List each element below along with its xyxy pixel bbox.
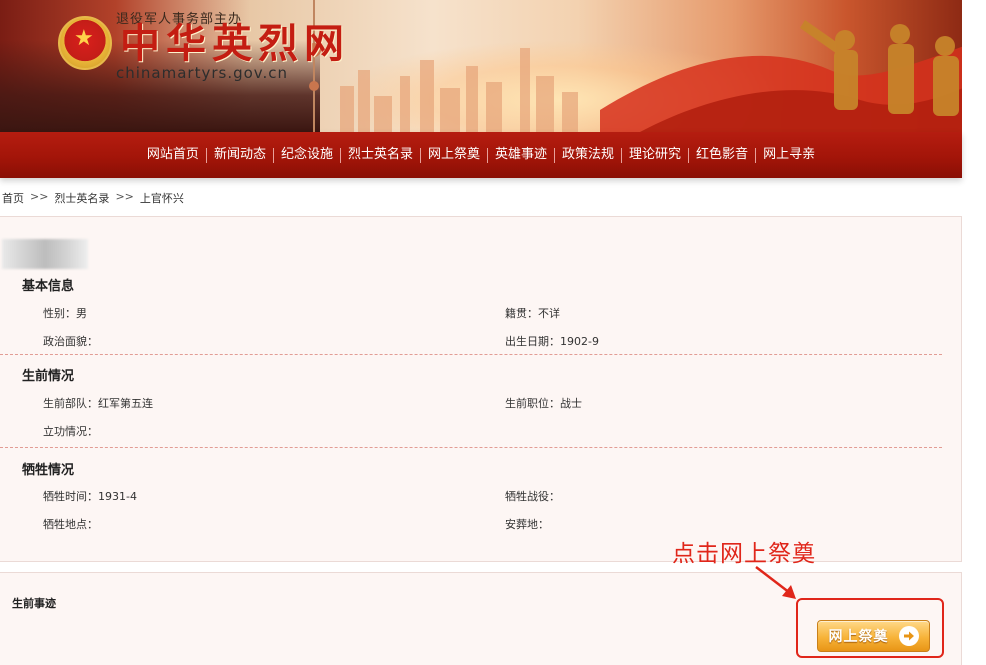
field-birth-date-value: 1902-9 — [560, 335, 599, 348]
section-divider — [0, 354, 942, 355]
field-sacrifice-time-label: 牺牲时间： — [43, 490, 98, 503]
breadcrumb-current: 上官怀兴 — [139, 192, 184, 205]
field-sacrifice-place: 牺牲地点： — [43, 516, 98, 532]
breadcrumb: 首页 >> 烈士英名录 >> 上官怀兴 — [2, 190, 184, 206]
field-unit-label: 生前部队： — [43, 397, 98, 410]
section-title-basic-info: 基本信息 — [22, 279, 75, 294]
field-merit-label: 立功情况： — [43, 425, 98, 438]
martyr-info-panel: 基本信息 性别：男 籍贯：不详 政治面貌： 出生日期：1902-9 生前情况 生… — [0, 216, 962, 562]
nav-item-red-media[interactable]: 红色影音 — [689, 146, 755, 164]
field-merit: 立功情况： — [43, 423, 98, 439]
nav-item-online-tribute[interactable]: 网上祭奠 — [421, 146, 487, 164]
site-domain: chinamartyrs.gov.cn — [116, 64, 289, 82]
field-native-place: 籍贯：不详 — [505, 305, 560, 321]
field-position: 生前职位：战士 — [505, 395, 582, 411]
nav-item-research[interactable]: 理论研究 — [622, 146, 688, 164]
banner-flag-statue-art — [600, 20, 962, 132]
field-burial-place-label: 安葬地： — [505, 518, 549, 531]
field-sacrifice-place-label: 牺牲地点： — [43, 518, 98, 531]
annotation-highlight-box — [796, 598, 944, 658]
city-skyline-icon — [340, 48, 578, 132]
nav-item-policies[interactable]: 政策法规 — [555, 146, 621, 164]
field-native-place-value: 不详 — [538, 307, 560, 320]
section-divider — [0, 447, 942, 448]
nav-item-hero-deeds[interactable]: 英雄事迹 — [488, 146, 554, 164]
nav-item-home[interactable]: 网站首页 — [140, 146, 206, 164]
field-gender-value: 男 — [76, 307, 87, 320]
breadcrumb-home[interactable]: 首页 — [2, 190, 24, 206]
field-sacrifice-time-value: 1931-4 — [98, 490, 137, 503]
section-title-sacrifice-info: 牺牲情况 — [22, 463, 75, 478]
nav-item-find-family[interactable]: 网上寻亲 — [756, 146, 822, 164]
blurred-name-image — [2, 239, 88, 269]
field-gender: 性别：男 — [43, 305, 87, 321]
field-position-value: 战士 — [560, 397, 582, 410]
nav-item-news[interactable]: 新闻动态 — [207, 146, 273, 164]
field-political-status: 政治面貌： — [43, 333, 98, 349]
section-title-life-info: 生前情况 — [22, 369, 75, 384]
field-birth-date: 出生日期：1902-9 — [505, 333, 599, 349]
field-sacrifice-battle-label: 牺牲战役： — [505, 490, 560, 503]
breadcrumb-separator: >> — [30, 190, 49, 203]
field-birth-date-label: 出生日期： — [505, 335, 560, 348]
field-position-label: 生前职位： — [505, 397, 560, 410]
field-native-place-label: 籍贯： — [505, 307, 538, 320]
field-gender-label: 性别： — [43, 307, 76, 320]
breadcrumb-martyr-roll[interactable]: 烈士英名录 — [54, 190, 109, 206]
breadcrumb-separator: >> — [115, 190, 134, 203]
national-emblem-icon: ★ — [58, 16, 112, 70]
field-burial-place: 安葬地： — [505, 516, 549, 532]
field-sacrifice-time: 牺牲时间：1931-4 — [43, 488, 137, 504]
site-banner: ★ 退役军人事务部主办 中华英烈网 chinamartyrs.gov.cn — [0, 0, 962, 132]
site-title[interactable]: 中华英烈网 — [120, 22, 350, 66]
nav-item-memorials[interactable]: 纪念设施 — [274, 146, 340, 164]
nav-item-martyr-roll[interactable]: 烈士英名录 — [341, 146, 420, 164]
field-political-status-label: 政治面貌： — [43, 335, 98, 348]
field-sacrifice-battle: 牺牲战役： — [505, 488, 560, 504]
annotation-arrow-icon — [755, 566, 796, 599]
field-unit-value: 红军第五连 — [98, 397, 153, 410]
main-nav: 网站首页 新闻动态 纪念设施 烈士英名录 网上祭奠 英雄事迹 政策法规 理论研究… — [0, 132, 962, 178]
field-unit: 生前部队：红军第五连 — [43, 395, 153, 411]
deeds-title: 生前事迹 — [12, 597, 56, 610]
